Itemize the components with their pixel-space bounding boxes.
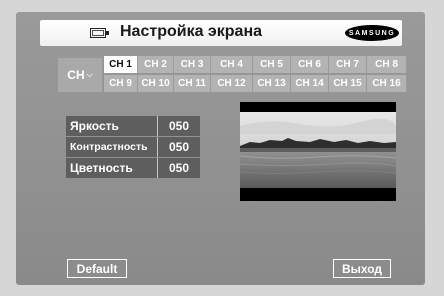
channel-tab-1[interactable]: CH 1 (104, 56, 138, 73)
channel-tab-5[interactable]: CH 5 (253, 56, 291, 73)
page-title: Настройка экрана (120, 23, 262, 40)
color-label: Цветность (66, 158, 158, 178)
settings-list: Яркость 050 Контрастность 050 Цветность … (66, 116, 200, 179)
channel-label-text: CH (67, 68, 85, 82)
channel-tab-8[interactable]: CH 8 (367, 56, 407, 73)
channel-grid: CH 1 CH 2 CH 3 CH 4 CH 5 CH 6 CH 7 CH 8 … (104, 56, 407, 92)
chevron-down-icon: ⌵ (86, 70, 93, 79)
channel-label[interactable]: CH ⌵ (58, 58, 102, 92)
brightness-value[interactable]: 050 (158, 119, 200, 133)
channel-tab-2[interactable]: CH 2 (138, 56, 174, 73)
color-value[interactable]: 050 (158, 161, 200, 175)
channel-tab-4[interactable]: CH 4 (211, 56, 253, 73)
exit-button[interactable]: Выход (333, 259, 391, 278)
title-bar: Настройка экрана SAMSUNG (40, 20, 402, 46)
brightness-row[interactable]: Яркость 050 (66, 116, 200, 136)
channel-tab-11[interactable]: CH 11 (174, 75, 211, 92)
channel-tab-10[interactable]: CH 10 (138, 75, 174, 92)
contrast-row[interactable]: Контрастность 050 (66, 137, 200, 157)
channel-tab-13[interactable]: CH 13 (253, 75, 291, 92)
samsung-logo: SAMSUNG (345, 25, 399, 41)
contrast-label: Контрастность (66, 137, 158, 157)
channel-tab-3[interactable]: CH 3 (174, 56, 211, 73)
channel-tab-14[interactable]: CH 14 (291, 75, 329, 92)
channel-tab-7[interactable]: CH 7 (329, 56, 367, 73)
contrast-value[interactable]: 050 (158, 140, 200, 154)
default-button[interactable]: Default (67, 259, 127, 278)
channel-tab-9[interactable]: CH 9 (104, 75, 138, 92)
channel-tab-12[interactable]: CH 12 (211, 75, 253, 92)
channel-tab-6[interactable]: CH 6 (291, 56, 329, 73)
preview-window (240, 102, 396, 201)
brightness-label: Яркость (66, 116, 158, 136)
channel-tab-15[interactable]: CH 15 (329, 75, 367, 92)
color-row[interactable]: Цветность 050 (66, 158, 200, 178)
landscape-preview-image (240, 112, 396, 188)
monitor-icon (90, 28, 109, 38)
channel-tab-16[interactable]: CH 16 (367, 75, 407, 92)
